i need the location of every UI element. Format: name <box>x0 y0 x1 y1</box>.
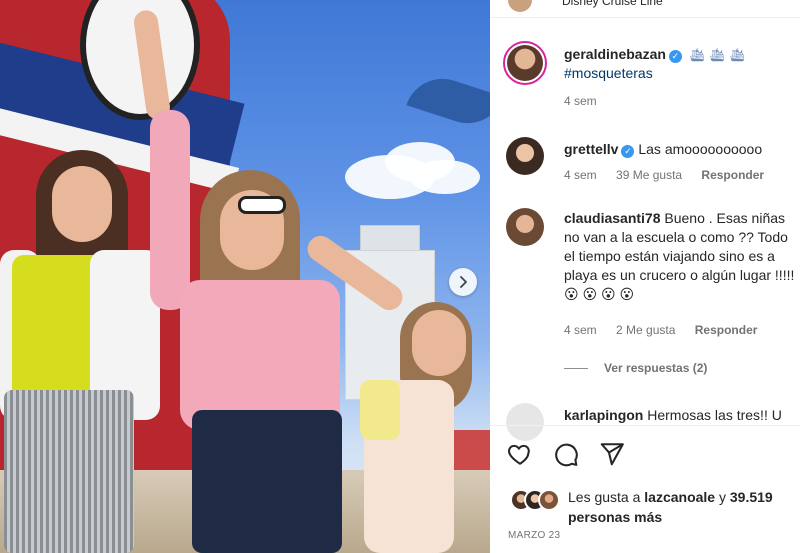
comment-avatar[interactable] <box>506 137 544 175</box>
share-icon <box>600 443 624 466</box>
author-avatar[interactable] <box>506 0 534 14</box>
liker-avatars[interactable] <box>510 489 560 511</box>
actions-divider <box>490 425 800 426</box>
verified-badge-icon: ✓ <box>668 50 682 63</box>
comment-username[interactable]: grettellv <box>564 141 618 157</box>
comment-body: Las amoooooooooo <box>638 141 763 157</box>
share-button[interactable] <box>598 440 626 468</box>
likes-text: Les gusta a lazcanoale y 39.519 personas… <box>568 487 796 527</box>
post-location[interactable]: Disney Cruise Line <box>562 0 663 8</box>
cloud <box>410 160 480 194</box>
comment-body: Hermosas las tres!! U <box>647 407 782 423</box>
view-replies-button[interactable]: Ver respuestas (2) <box>564 361 707 375</box>
comment-button[interactable] <box>552 440 580 468</box>
post-date[interactable]: MARZO 23 <box>508 530 560 541</box>
likes-suffix[interactable]: personas más <box>568 509 662 525</box>
comment-likes[interactable]: 39 Me gusta <box>616 168 682 182</box>
reply-button[interactable]: Responder <box>695 323 758 337</box>
comment-avatar[interactable] <box>506 403 544 441</box>
next-photo-button[interactable] <box>449 268 477 296</box>
view-replies-label: Ver respuestas (2) <box>604 361 708 375</box>
caption-meta: 4 sem <box>564 94 613 108</box>
comment-meta: 4 sem 39 Me gusta Responder <box>564 168 780 182</box>
like-button[interactable] <box>506 440 534 468</box>
comment-text: grettellv ✓ Las amoooooooooo <box>564 140 800 159</box>
comment-meta: 4 sem 2 Me gusta Responder <box>564 323 773 337</box>
caption-hashtag[interactable]: #mosqueteras <box>564 65 653 81</box>
caption-emoji: 🛳 🛳 🛳 <box>688 47 746 62</box>
likes-connector: y <box>719 489 726 505</box>
reply-button[interactable]: Responder <box>701 168 764 182</box>
comment-avatar[interactable] <box>506 208 544 246</box>
post-photo <box>0 0 490 553</box>
likes-count[interactable]: 39.519 <box>730 489 773 505</box>
comment-time[interactable]: 4 sem <box>564 168 597 182</box>
caption-avatar[interactable] <box>503 41 547 85</box>
verified-badge-icon: ✓ <box>621 145 635 158</box>
chevron-right-icon <box>460 276 467 288</box>
comment-username[interactable]: claudiasanti78 <box>564 210 661 226</box>
replies-divider <box>564 368 588 370</box>
comments-panel: Disney Cruise Line geraldinebazan ✓ 🛳 🛳 🛳… <box>490 0 800 553</box>
post-header: Disney Cruise Line <box>490 0 800 18</box>
caption-time[interactable]: 4 sem <box>564 94 597 108</box>
liker-username[interactable]: lazcanoale <box>644 489 715 505</box>
ship-fin <box>406 69 490 133</box>
comment-time[interactable]: 4 sem <box>564 323 597 337</box>
comment-username[interactable]: karlapingon <box>564 407 643 423</box>
caption-text: geraldinebazan ✓ 🛳 🛳 🛳 #mosqueteras <box>564 45 800 83</box>
comment-likes[interactable]: 2 Me gusta <box>616 323 675 337</box>
heart-icon <box>508 444 530 465</box>
comment-text: claudiasanti78 Bueno . Esas niñas no van… <box>564 209 800 304</box>
caption-username[interactable]: geraldinebazan <box>564 46 666 62</box>
post-actions <box>506 440 626 470</box>
comment-text: karlapingon Hermosas las tres!! U <box>564 406 800 425</box>
likes-prefix: Les gusta a <box>568 489 641 505</box>
comment-icon <box>555 443 578 467</box>
liker-avatar <box>538 489 560 511</box>
